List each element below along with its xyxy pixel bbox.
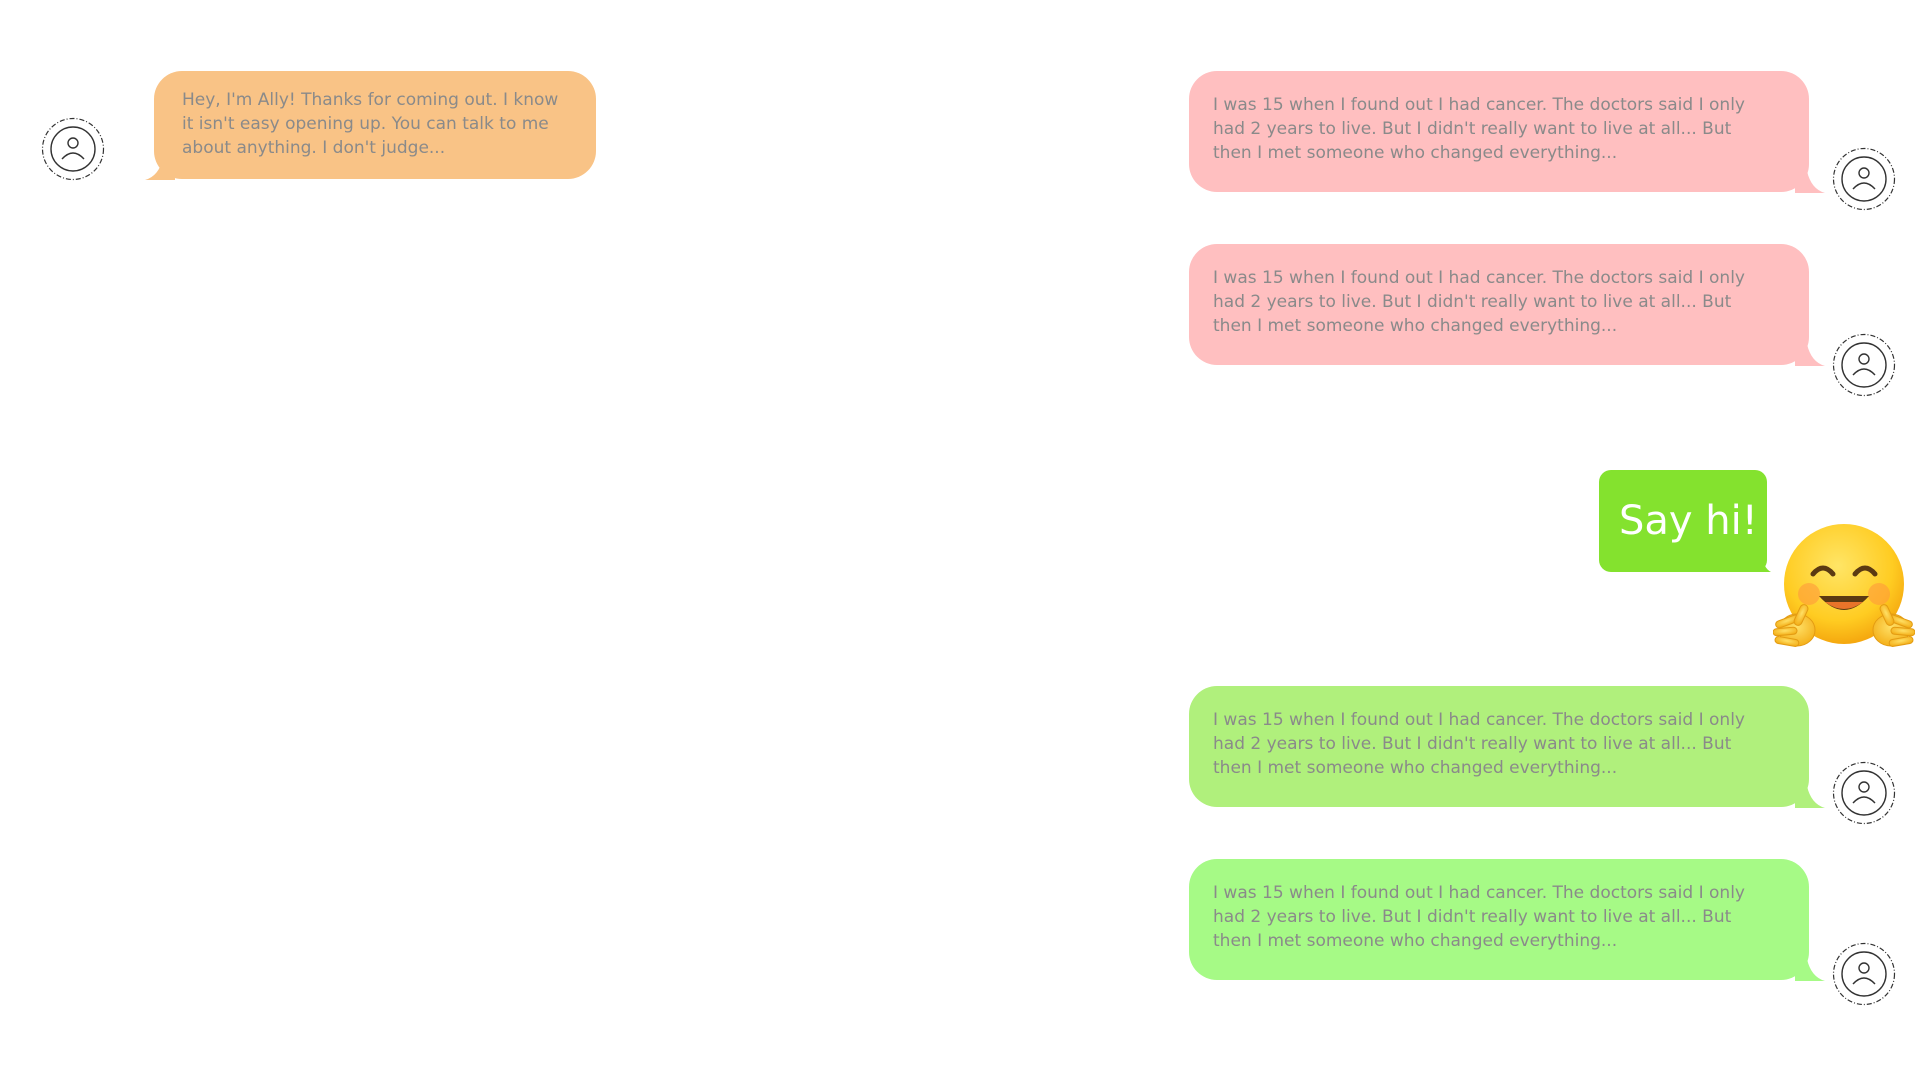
outgoing-message-text: I was 15 when I found out I had cancer. …: [1213, 95, 1745, 163]
outgoing-avatar-icon: [1832, 942, 1896, 1006]
incoming-avatar-icon: [41, 117, 105, 181]
say-hi-button[interactable]: Say hi!: [1599, 470, 1767, 572]
hugging-face-emoji-icon: [1773, 522, 1915, 656]
say-hi-bubble-tail: [1755, 552, 1771, 572]
outgoing-bubble-tail: [1795, 344, 1825, 366]
outgoing-message-text: I was 15 when I found out I had cancer. …: [1213, 268, 1745, 336]
chat-screen: Hey, I'm Ally! Thanks for coming out. I …: [0, 0, 1920, 1080]
say-hi-label: Say hi!: [1619, 498, 1758, 544]
outgoing-bubble-tail: [1795, 786, 1825, 808]
outgoing-avatar-icon: [1832, 147, 1896, 211]
outgoing-message-text: I was 15 when I found out I had cancer. …: [1213, 883, 1745, 951]
outgoing-message-text: I was 15 when I found out I had cancer. …: [1213, 710, 1745, 778]
incoming-message-bubble: Hey, I'm Ally! Thanks for coming out. I …: [154, 71, 596, 179]
outgoing-avatar-icon: [1832, 761, 1896, 825]
outgoing-bubble-tail: [1795, 171, 1825, 193]
outgoing-bubble-tail: [1795, 959, 1825, 981]
outgoing-avatar-icon: [1832, 333, 1896, 397]
outgoing-message-bubble: I was 15 when I found out I had cancer. …: [1189, 71, 1809, 192]
outgoing-message-bubble: I was 15 when I found out I had cancer. …: [1189, 244, 1809, 365]
outgoing-message-bubble: I was 15 when I found out I had cancer. …: [1189, 686, 1809, 807]
incoming-message-text: Hey, I'm Ally! Thanks for coming out. I …: [182, 90, 559, 158]
outgoing-message-bubble: I was 15 when I found out I had cancer. …: [1189, 859, 1809, 980]
